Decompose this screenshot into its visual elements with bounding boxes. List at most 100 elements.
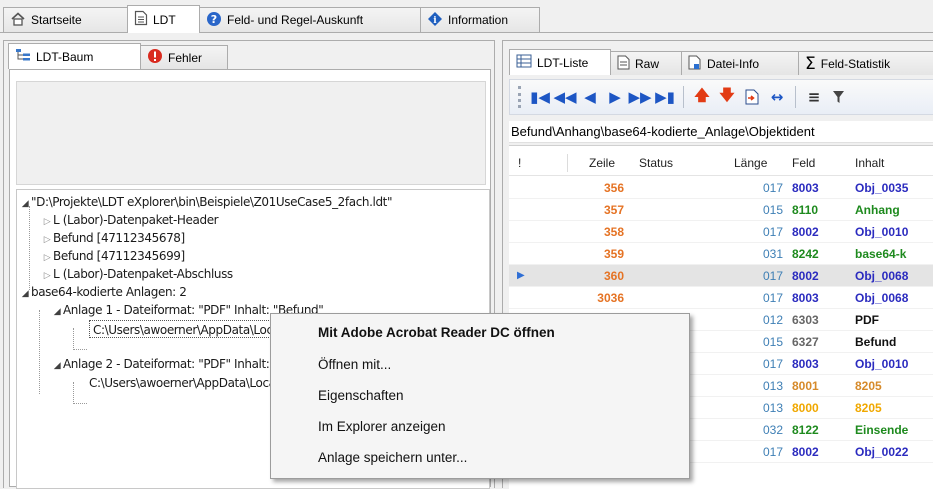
grid-header: ! Zeile Status Länge Feld Inhalt bbox=[509, 150, 933, 176]
cell-laenge: 017 bbox=[762, 445, 783, 459]
tree-item-abschluss[interactable]: ▷ L (Labor)-Datenpaket-Abschluss bbox=[41, 265, 233, 283]
col-zeile[interactable]: Zeile bbox=[589, 150, 615, 176]
arrow-up-icon[interactable]: 🡅 bbox=[692, 86, 712, 108]
indent-list-icon[interactable]: ≡ bbox=[804, 86, 824, 108]
first-record-icon[interactable]: ▮◀ bbox=[530, 86, 550, 108]
cell-inhalt: base64-k bbox=[855, 247, 907, 261]
tab-ldt[interactable]: LDT bbox=[127, 5, 200, 33]
cell-laenge: 017 bbox=[762, 225, 783, 239]
info-icon: i bbox=[427, 11, 443, 30]
list-toolbar: ▮◀ ◀◀ ◀ ▶ ▶▶ ▶▮ 🡅 🡇 ↔ ≡ bbox=[509, 79, 933, 115]
cell-inhalt: 8205 bbox=[855, 401, 882, 415]
svg-text:i: i bbox=[433, 16, 437, 26]
cell-inhalt: Obj_0068 bbox=[855, 291, 909, 305]
rewind-icon[interactable]: ◀◀ bbox=[553, 86, 576, 108]
filter-icon[interactable] bbox=[829, 86, 849, 108]
goto-icon[interactable] bbox=[742, 86, 762, 108]
file-info-icon bbox=[688, 55, 702, 73]
cell-zeile: 358 bbox=[603, 225, 624, 239]
tree-connector bbox=[73, 328, 74, 350]
table-row[interactable]: ▶ 360 017 8002 Obj_0068 bbox=[509, 265, 933, 287]
col-feld[interactable]: Feld bbox=[792, 150, 815, 176]
tree-item-anlagen[interactable]: ◢ base64-kodierte Anlagen: 2 bbox=[19, 283, 187, 303]
tab-feld-statistik[interactable]: Σ Feld-Statistik bbox=[798, 51, 933, 75]
tab-ldt-liste[interactable]: LDT-Liste bbox=[509, 49, 611, 75]
toolbar-grip[interactable] bbox=[518, 86, 521, 108]
fast-forward-icon[interactable]: ▶▶ bbox=[628, 86, 651, 108]
cell-feld: 8002 bbox=[792, 225, 819, 239]
cell-inhalt: 8205 bbox=[855, 379, 882, 393]
sigma-icon: Σ bbox=[805, 53, 816, 74]
col-status[interactable]: Status bbox=[639, 150, 673, 176]
expanded-arrow-icon[interactable]: ◢ bbox=[51, 357, 63, 375]
cell-feld: 8242 bbox=[792, 247, 819, 261]
tab-raw[interactable]: Raw bbox=[610, 51, 682, 75]
menu-save-attachment-as[interactable]: Anlage speichern unter... bbox=[273, 444, 687, 472]
toolbar-separator bbox=[795, 86, 796, 108]
svg-text:?: ? bbox=[211, 13, 217, 26]
tree-item-befund-2[interactable]: ▷ Befund [47112345699] bbox=[41, 247, 186, 265]
tab-feld-statistik-label: Feld-Statistik bbox=[820, 56, 891, 71]
col-inhalt[interactable]: Inhalt bbox=[855, 150, 884, 176]
cell-laenge: 017 bbox=[762, 269, 783, 283]
cell-zeile: 357 bbox=[603, 203, 624, 217]
previous-icon[interactable]: ◀ bbox=[580, 86, 600, 108]
tab-feld-und-regel-auskunft[interactable]: ? Feld- und Regel-Auskunft bbox=[199, 7, 421, 32]
tab-fehler[interactable]: Fehler bbox=[140, 45, 228, 69]
cell-feld: 8003 bbox=[792, 181, 819, 195]
cell-laenge: 017 bbox=[762, 181, 783, 195]
tree-icon bbox=[15, 48, 31, 65]
tab-ldt-baum-label: LDT-Baum bbox=[36, 49, 94, 64]
tab-datei-info[interactable]: Datei-Info bbox=[681, 51, 799, 75]
arrow-down-icon[interactable]: 🡇 bbox=[717, 86, 737, 108]
tab-ldt-baum[interactable]: LDT-Baum bbox=[8, 43, 141, 69]
home-icon bbox=[10, 11, 26, 30]
list-icon bbox=[516, 54, 532, 71]
cell-feld: 8110 bbox=[792, 203, 819, 217]
cell-laenge: 017 bbox=[762, 357, 783, 371]
cell-feld: 8003 bbox=[792, 357, 819, 371]
cell-zeile: 3036 bbox=[597, 291, 624, 305]
cell-laenge: 032 bbox=[762, 423, 783, 437]
tree-item-header[interactable]: ▷ L (Labor)-Datenpaket-Header bbox=[41, 211, 219, 229]
col-laenge[interactable]: Länge bbox=[734, 150, 767, 176]
expanded-arrow-icon[interactable]: ◢ bbox=[19, 285, 31, 303]
expanded-arrow-icon[interactable]: ◢ bbox=[19, 195, 31, 213]
cell-laenge: 015 bbox=[762, 203, 783, 217]
tree-connector bbox=[73, 349, 87, 350]
table-row[interactable]: 3036 017 8003 Obj_0068 bbox=[509, 287, 933, 309]
menu-open-with[interactable]: Öffnen mit... bbox=[273, 351, 687, 379]
cell-laenge: 012 bbox=[762, 313, 783, 327]
table-row[interactable]: 357 015 8110 Anhang bbox=[509, 199, 933, 221]
table-row[interactable]: 359 031 8242 base64-k bbox=[509, 243, 933, 265]
document-icon bbox=[134, 10, 148, 29]
cell-inhalt: Obj_0022 bbox=[855, 445, 909, 459]
tree-connector bbox=[39, 310, 40, 394]
cell-feld: 8001 bbox=[792, 379, 819, 393]
table-row[interactable]: 358 017 8002 Obj_0010 bbox=[509, 221, 933, 243]
cell-zeile: 359 bbox=[603, 247, 624, 261]
cell-laenge: 013 bbox=[762, 401, 783, 415]
breadcrumb: Befund\Anhang\base64-kodierte_Anlage\Obj… bbox=[509, 121, 933, 143]
tree-item-befund-1[interactable]: ▷ Befund [47112345678] bbox=[41, 229, 186, 247]
tab-feld-label: Feld- und Regel-Auskunft bbox=[227, 13, 364, 27]
expanded-arrow-icon[interactable]: ◢ bbox=[51, 303, 63, 321]
tree-connector bbox=[73, 382, 74, 404]
next-icon[interactable]: ▶ bbox=[605, 86, 625, 108]
cell-inhalt: Obj_0010 bbox=[855, 357, 909, 371]
menu-open-with-acrobat[interactable]: Mit Adobe Acrobat Reader DC öffnen bbox=[273, 319, 687, 347]
menu-properties[interactable]: Eigenschaften bbox=[273, 382, 687, 410]
menu-show-in-explorer[interactable]: Im Explorer anzeigen bbox=[273, 413, 687, 441]
last-record-icon[interactable]: ▶▮ bbox=[655, 86, 675, 108]
col-marker[interactable]: ! bbox=[518, 150, 521, 176]
cell-inhalt: Befund bbox=[855, 335, 897, 349]
error-icon bbox=[147, 48, 163, 67]
tree-item-ldt-file[interactable]: ◢ "D:\Projekte\LDT eXplorer\bin\Beispiele… bbox=[19, 193, 393, 213]
cell-inhalt: Obj_0010 bbox=[855, 225, 909, 239]
tab-information[interactable]: i Information bbox=[420, 7, 540, 32]
sync-icon[interactable]: ↔ bbox=[767, 86, 787, 108]
cell-feld: 6303 bbox=[792, 313, 819, 327]
tab-startseite[interactable]: Startseite bbox=[3, 7, 128, 32]
cell-inhalt: Obj_0068 bbox=[855, 269, 909, 283]
table-row[interactable]: 356 017 8003 Obj_0035 bbox=[509, 177, 933, 199]
